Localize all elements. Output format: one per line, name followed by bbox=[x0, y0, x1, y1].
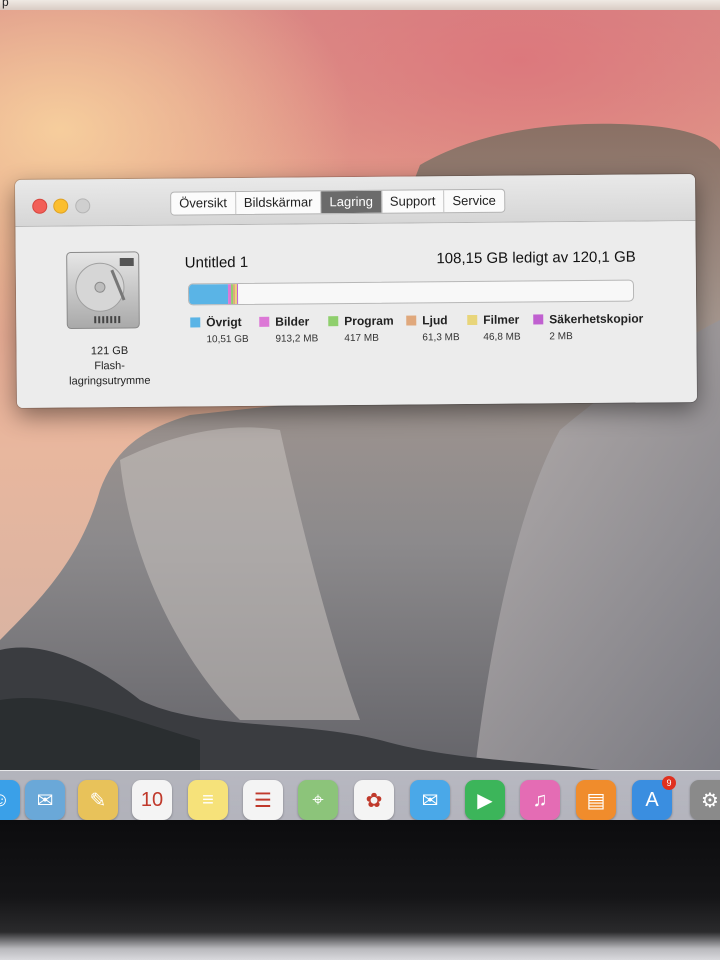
storage-legend: Övrigt 10,51 GB Bilder 913,2 MB Program 417 M… bbox=[190, 311, 660, 345]
menu-bar-text: p bbox=[2, 0, 9, 9]
desktop-screen: p bbox=[0, 0, 720, 820]
storage-bar-segment bbox=[188, 284, 228, 305]
tab-service[interactable]: Service bbox=[444, 190, 504, 213]
tab-bar: Översikt Bildskärmar Lagring Support Ser… bbox=[170, 188, 505, 216]
storage-panel: 121 GB Flash- lagringsutrymme Untitled 1… bbox=[15, 221, 697, 408]
legend-swatch bbox=[467, 314, 478, 326]
dock-icon-glyph: ▤ bbox=[586, 789, 606, 812]
maps-icon[interactable]: ⌖ bbox=[298, 780, 338, 820]
tab-support[interactable]: Support bbox=[381, 190, 445, 213]
ibooks-icon[interactable]: ▤ bbox=[576, 780, 616, 820]
calendar-icon[interactable]: 10 bbox=[132, 780, 172, 820]
app-store-icon[interactable]: A9 bbox=[632, 776, 676, 820]
itunes-icon[interactable]: ♫ bbox=[520, 780, 560, 820]
stickies-icon[interactable]: ≡ bbox=[188, 780, 228, 820]
disk-type-line2: lagringsutrymme bbox=[69, 374, 151, 388]
dock-icon-glyph: ✎ bbox=[89, 789, 107, 812]
messages-icon[interactable]: ✉ bbox=[410, 780, 450, 820]
about-this-mac-window: Översikt Bildskärmar Lagring Support Ser… bbox=[15, 174, 697, 408]
legend-size: 46,8 MB bbox=[483, 331, 521, 343]
legend-swatch bbox=[190, 317, 201, 328]
dock-icon-glyph: ≡ bbox=[202, 788, 214, 811]
legend-size: 61,3 MB bbox=[422, 332, 460, 344]
legend-size: 2 MB bbox=[549, 331, 573, 343]
dock-icon-glyph: ✿ bbox=[365, 789, 383, 812]
legend-swatch bbox=[533, 314, 544, 325]
tab-oversikt[interactable]: Översikt bbox=[171, 192, 236, 215]
disk-type-line1: Flash- bbox=[94, 360, 125, 373]
photos-icon[interactable]: ✿ bbox=[354, 780, 394, 820]
legend-size: 913,2 MB bbox=[275, 333, 319, 345]
legend-label: Säkerhetskopior bbox=[549, 311, 644, 327]
finder-icon[interactable]: ☺ bbox=[0, 780, 20, 820]
legend-label: Program bbox=[344, 313, 394, 329]
laptop-bezel bbox=[0, 820, 720, 960]
legend-size: 10,51 GB bbox=[206, 333, 249, 346]
legend-label: Ljud bbox=[422, 313, 448, 328]
window-titlebar[interactable]: Översikt Bildskärmar Lagring Support Ser… bbox=[15, 174, 696, 227]
notification-badge: 9 bbox=[662, 776, 676, 790]
notes-icon[interactable]: ✎ bbox=[78, 780, 118, 820]
dock-icon-glyph: ✉ bbox=[421, 789, 439, 812]
storage-bar-segment bbox=[237, 284, 239, 305]
minimize-button[interactable] bbox=[53, 198, 69, 214]
legend-size: 417 MB bbox=[344, 332, 379, 345]
system-preferences-icon[interactable]: ⚙ bbox=[690, 780, 720, 820]
legend-swatch bbox=[406, 315, 417, 326]
tab-bildskarmar[interactable]: Bildskärmar bbox=[235, 191, 322, 215]
reminders-icon[interactable]: ☰ bbox=[243, 780, 283, 820]
legend-label: Övrigt bbox=[206, 314, 242, 330]
tab-lagring[interactable]: Lagring bbox=[321, 190, 382, 214]
dock-icon-glyph: ⌖ bbox=[312, 788, 324, 811]
wallpaper-mountain bbox=[0, 123, 720, 820]
dock-icon-glyph: ⚙ bbox=[701, 789, 719, 812]
close-button[interactable] bbox=[32, 198, 48, 214]
dock-icon-glyph: 10 bbox=[140, 788, 164, 811]
storage-usage-bar bbox=[187, 279, 635, 306]
legend-label: Bilder bbox=[275, 314, 310, 329]
dock-icon-glyph: ☰ bbox=[254, 789, 272, 812]
dock-icon-glyph: ▶ bbox=[477, 789, 493, 812]
disk-caption: 121 GB Flash- lagringsutrymme bbox=[44, 344, 174, 390]
legend-swatch bbox=[259, 316, 270, 327]
disk-capacity: 121 GB bbox=[90, 344, 129, 358]
legend-label: Filmer bbox=[483, 312, 520, 327]
dock-icon-glyph: ✉ bbox=[36, 789, 54, 812]
preview-icon[interactable]: ✉ bbox=[25, 780, 65, 820]
disk-free-space: 108,15 GB ledigt av 120,1 GB bbox=[436, 248, 636, 268]
dock-icon-glyph: A bbox=[645, 788, 659, 811]
hard-drive-icon bbox=[66, 251, 140, 329]
legend-swatch bbox=[328, 316, 339, 327]
disk-name: Untitled 1 bbox=[184, 253, 249, 272]
menu-bar-fragment: p bbox=[0, 0, 720, 10]
zoom-button[interactable] bbox=[75, 198, 91, 214]
facetime-icon[interactable]: ▶ bbox=[465, 780, 505, 820]
dock-icon-glyph: ♫ bbox=[532, 788, 548, 811]
dock-icon-glyph: ☺ bbox=[0, 789, 10, 812]
